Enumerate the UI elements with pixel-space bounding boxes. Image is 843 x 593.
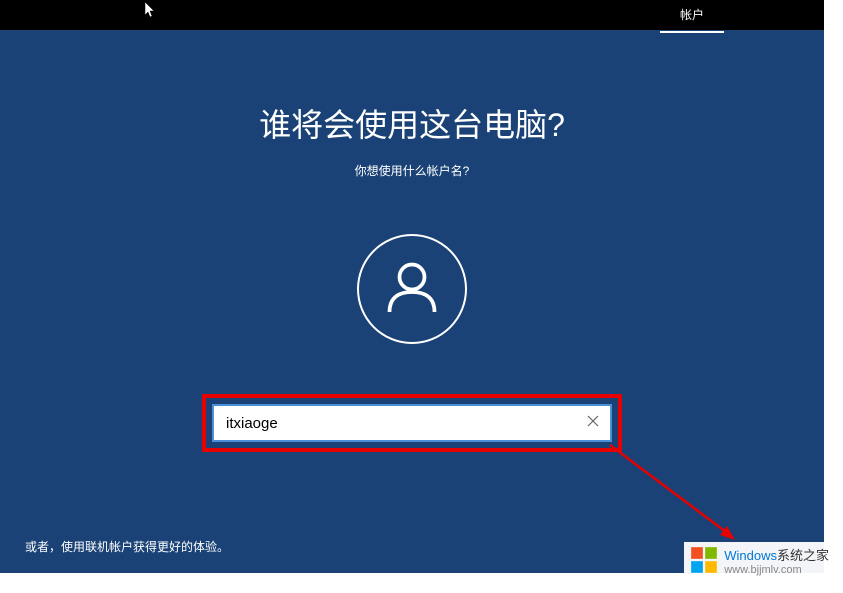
username-input-wrapper: [212, 404, 612, 442]
user-icon: [382, 257, 442, 322]
cursor-icon: [145, 2, 157, 21]
page-subtitle: 你想使用什么帐户名?: [0, 162, 824, 179]
avatar-placeholder: [357, 234, 467, 344]
setup-screen: 帐户 谁将会使用这台电脑? 你想使用什么帐户名?: [0, 0, 824, 573]
clear-input-button[interactable]: [576, 406, 610, 440]
content-area: 谁将会使用这台电脑? 你想使用什么帐户名?: [0, 30, 824, 452]
top-bar: 帐户: [0, 0, 824, 30]
tab-area: 帐户: [660, 0, 724, 30]
watermark: Windows系统之家 www.bjjmlv.com: [684, 542, 835, 583]
input-highlight-box: [202, 394, 622, 452]
page-title: 谁将会使用这台电脑?: [0, 100, 824, 146]
watermark-url: www.bjjmlv.com: [724, 564, 829, 576]
tab-account[interactable]: 帐户: [660, 0, 724, 33]
username-input[interactable]: [214, 406, 576, 440]
footer-hint[interactable]: 或者，使用联机帐户获得更好的体验。: [25, 538, 229, 555]
watermark-title: Windows系统之家: [724, 549, 829, 563]
windows-logo-icon: [690, 546, 718, 579]
close-icon: [586, 414, 600, 433]
watermark-text: Windows系统之家 www.bjjmlv.com: [724, 549, 829, 575]
